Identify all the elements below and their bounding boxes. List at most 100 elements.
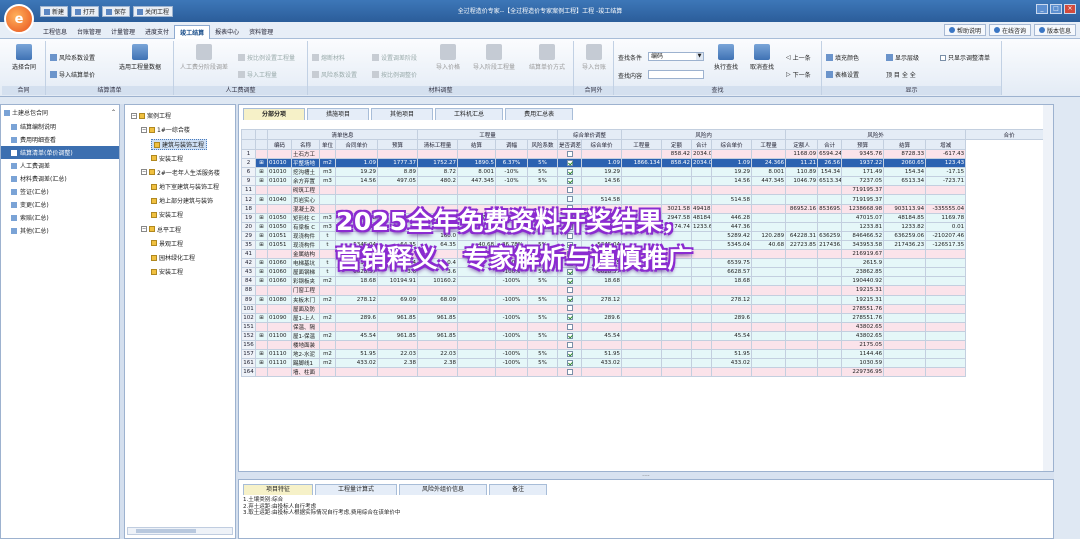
column-header[interactable]: 综合单价 xyxy=(581,139,623,150)
adjust-checkbox-cell[interactable] xyxy=(557,176,583,187)
checkbox-icon[interactable] xyxy=(566,341,573,348)
row-expand-icon[interactable] xyxy=(255,339,268,351)
help-button[interactable]: 帮助说明 xyxy=(943,24,986,36)
expand-toggle-icon[interactable]: − xyxy=(131,112,137,119)
column-header[interactable]: 预算 xyxy=(841,139,885,150)
close-project-button[interactable]: 关闭工程 xyxy=(133,6,174,17)
checkbox-icon[interactable] xyxy=(566,350,573,357)
adjust-checkbox-cell[interactable] xyxy=(557,367,583,378)
table-row[interactable]: 1 土石方工 858.42 2034.0 1168.09 6594.24 9345.76 87… xyxy=(241,148,1053,160)
grid-tab-0[interactable]: 分部分项 xyxy=(243,108,306,120)
row-expand-icon[interactable]: ⊞ xyxy=(255,330,268,341)
fill-color-button[interactable]: 填充颜色 xyxy=(826,53,859,62)
row-expand-icon[interactable] xyxy=(255,185,268,196)
select-contract-button[interactable]: 选择合同 xyxy=(6,44,42,71)
adjust-checkbox-cell[interactable] xyxy=(557,321,583,332)
row-expand-icon[interactable]: ⊞ xyxy=(255,358,268,369)
checkbox-icon[interactable] xyxy=(566,196,573,203)
row-expand-icon[interactable]: ⊞ xyxy=(255,258,268,269)
row-expand-icon[interactable]: ⊞ xyxy=(255,176,268,187)
column-header[interactable]: 合计 xyxy=(691,139,713,150)
row-expand-icon[interactable]: ⊞ xyxy=(255,230,268,241)
column-header[interactable]: 预算 xyxy=(376,139,419,150)
import-price-button[interactable]: 导入价格 xyxy=(430,44,466,71)
row-expand-icon[interactable]: ⊞ xyxy=(255,349,268,360)
column-header[interactable]: 定额 xyxy=(661,139,693,150)
tree-node-0[interactable]: − 案例工程 xyxy=(131,111,171,120)
detail-tab-0[interactable]: 项目特征 xyxy=(243,484,314,495)
prev-button[interactable]: ◁ 上一条 xyxy=(786,53,811,62)
adjust-checkbox-cell[interactable] xyxy=(557,294,583,305)
table-row[interactable]: 84 ⊞ 01060 彩钢板夹 m2 18.68 10194.91 10160.2 -100% 5… xyxy=(241,276,1053,287)
adjust-by-ratio-button[interactable]: 按比例调整价 xyxy=(372,70,417,79)
column-header[interactable]: 调幅 xyxy=(495,139,529,150)
tree-node-2[interactable]: 建筑与装饰工程 xyxy=(151,139,208,151)
open-button[interactable]: 打开 xyxy=(71,6,100,17)
table-row[interactable]: 88 门窗工程 19215.31 xyxy=(241,285,1053,296)
checkbox-icon[interactable] xyxy=(566,314,573,321)
grid-tab-4[interactable]: 费用汇总表 xyxy=(505,108,574,120)
column-header[interactable]: 合同单价 xyxy=(335,139,378,150)
find-content-input[interactable] xyxy=(648,70,704,79)
contract-item-5[interactable]: 签证(汇总) xyxy=(1,185,119,198)
row-expand-icon[interactable]: ⊞ xyxy=(255,158,268,169)
menu-tab-0[interactable]: 工程信息 xyxy=(38,25,72,39)
row-expand-icon[interactable] xyxy=(255,203,268,214)
tree-node-1[interactable]: − 1#一综合楼 xyxy=(141,125,190,134)
table-row[interactable]: 101 屋面及防 278551.76 xyxy=(241,303,1053,314)
row-expand-icon[interactable]: ⊞ xyxy=(255,312,268,323)
row-expand-icon[interactable] xyxy=(255,303,268,314)
new-button[interactable]: 新建 xyxy=(40,6,69,17)
contract-item-4[interactable]: 材料费调差(汇总) xyxy=(1,172,119,185)
grid-tab-1[interactable]: 措施项目 xyxy=(307,108,370,120)
checkbox-icon[interactable] xyxy=(566,332,573,339)
fuse-material-button[interactable]: 熔断材料 xyxy=(312,53,345,62)
online-consult-button[interactable]: 在线咨询 xyxy=(988,24,1031,36)
table-row[interactable]: 156 楼地面装 2175.05 xyxy=(241,339,1053,351)
checkbox-icon[interactable] xyxy=(566,296,573,303)
row-expand-icon[interactable] xyxy=(255,285,268,296)
row-expand-icon[interactable]: ⊞ xyxy=(255,239,268,251)
row-expand-icon[interactable]: ⊞ xyxy=(255,194,268,205)
checkbox-icon[interactable] xyxy=(566,323,573,330)
row-expand-icon[interactable] xyxy=(255,249,268,260)
save-button[interactable]: 保存 xyxy=(102,6,131,17)
menu-tab-6[interactable]: 资料管理 xyxy=(244,25,278,39)
contract-root[interactable]: 土建总包合同 ⌃ xyxy=(1,105,119,120)
column-header[interactable]: 工程量 xyxy=(751,139,787,150)
app-logo[interactable]: e xyxy=(4,4,34,34)
expand-toggle-icon[interactable]: − xyxy=(141,226,147,233)
column-header[interactable]: 增减 xyxy=(925,139,967,150)
row-expand-icon[interactable]: ⊞ xyxy=(255,212,268,223)
column-header[interactable]: 单位 xyxy=(319,139,336,150)
tree-node-3[interactable]: 安装工程 xyxy=(151,154,183,163)
table-row[interactable]: 89 ⊞ 01080 夹板木门 m2 278.12 69.09 68.09 -100% 5% 278… xyxy=(241,294,1053,305)
select-qty-data-button[interactable]: 选用工程量数据 xyxy=(112,44,168,71)
row-expand-icon[interactable] xyxy=(255,148,268,160)
contract-item-2[interactable]: 结算清单(单价调整) xyxy=(1,146,119,159)
grid-tab-3[interactable]: 工料机汇总 xyxy=(435,108,504,120)
checkbox-icon[interactable] xyxy=(566,278,573,285)
menu-tab-2[interactable]: 计量管理 xyxy=(106,25,140,39)
level-buttons[interactable]: 顶 目 全 全 xyxy=(886,70,916,79)
checkbox-icon[interactable] xyxy=(566,369,573,376)
material-risk-button[interactable]: 风险系数设置 xyxy=(312,70,357,79)
grid-vscrollbar[interactable] xyxy=(1043,105,1053,471)
contract-item-0[interactable]: 结算编制说明 xyxy=(1,120,119,133)
detail-tab-2[interactable]: 风险外组价信息 xyxy=(399,484,488,495)
import-ledger-button[interactable]: 导入台账 xyxy=(576,44,612,71)
expand-toggle-icon[interactable]: − xyxy=(141,169,147,176)
column-header[interactable]: 工程量 xyxy=(621,139,663,150)
table-settings-button[interactable]: 表格设置 xyxy=(826,70,859,79)
adjust-checkbox-cell[interactable] xyxy=(557,158,583,169)
column-header[interactable]: 编码 xyxy=(267,139,292,150)
table-row[interactable]: 164 墙、柱面 229736.95 xyxy=(241,367,1053,378)
table-row[interactable]: 102 ⊞ 01090 屋1-上人 m2 289.6 961.85 961.85 -100% 5%… xyxy=(241,312,1053,323)
checkbox-icon[interactable] xyxy=(566,159,573,166)
labor-stage-adjust-button[interactable]: 人工费分阶段调差 xyxy=(176,44,232,71)
tree-node-8[interactable]: − 总平工程 xyxy=(141,225,181,234)
table-row[interactable]: 157 ⊞ 01110 地2-水泥 m2 51.95 22.03 22.03 -100% 5% 51… xyxy=(241,349,1053,360)
only-show-adjust-checkbox[interactable]: 只显示调整清单 xyxy=(940,53,990,62)
column-header[interactable]: 是否调差 xyxy=(557,139,583,150)
contract-item-3[interactable]: 人工费调差 xyxy=(1,159,119,172)
